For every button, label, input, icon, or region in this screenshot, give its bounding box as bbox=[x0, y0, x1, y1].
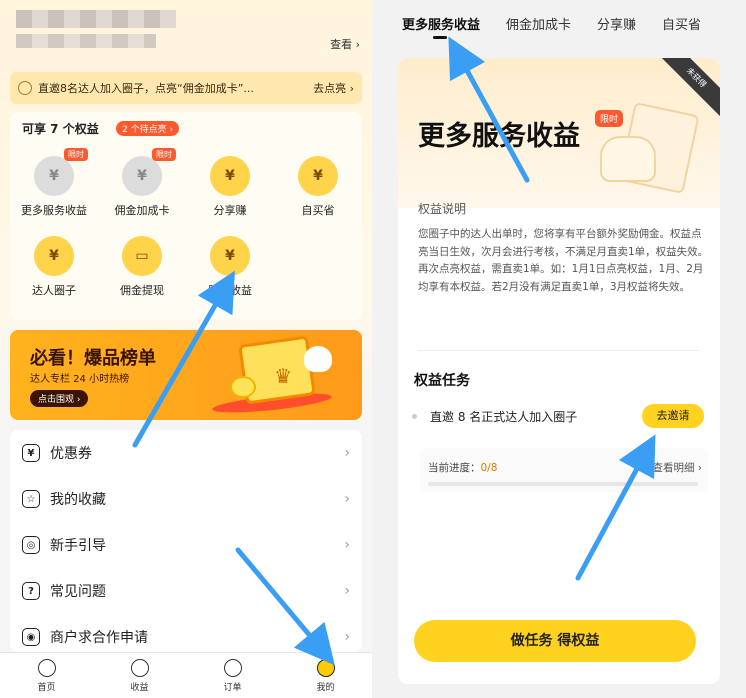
invite-promo-text: 直邀8名达人加入圈子，点亮“佣金加成卡”... bbox=[38, 82, 254, 95]
tab-income[interactable]: 收益 bbox=[93, 653, 186, 698]
benefit-item[interactable]: ¥ 自买省 bbox=[274, 156, 362, 218]
invite-promo-bar[interactable]: 直邀8名达人加入圈子，点亮“佣金加成卡”... 去点亮 › bbox=[10, 72, 362, 104]
limited-time-badge: 限时 bbox=[152, 148, 176, 161]
view-link[interactable]: 查看 › bbox=[330, 36, 360, 52]
benefit-tab[interactable]: 自买省 bbox=[662, 14, 701, 33]
home-icon bbox=[37, 658, 56, 677]
question-icon: ? bbox=[22, 582, 40, 600]
blurred-username bbox=[16, 10, 176, 28]
menu-item[interactable]: ¥ 优惠券 › bbox=[10, 430, 362, 476]
profile-icon bbox=[316, 658, 335, 677]
progress-value: 0/8 bbox=[480, 462, 498, 474]
ghost-mascot-illustration bbox=[304, 346, 332, 372]
menu-item-label: 我的收藏 bbox=[50, 492, 106, 508]
task-bullet bbox=[412, 414, 417, 419]
chevron-right-icon: › bbox=[344, 583, 350, 599]
progress-track bbox=[428, 482, 698, 486]
benefit-title: 更多服务收益 bbox=[418, 121, 580, 152]
light-up-link[interactable]: 去点亮 › bbox=[313, 80, 354, 96]
description-text: 您圈子中的达人出单时，您将享有平台额外奖励佣金。权益点亮当日生效，次月会进行考核… bbox=[418, 228, 709, 293]
pending-badge[interactable]: 2 个待点亮 › bbox=[116, 121, 180, 136]
limited-time-badge: 限时 bbox=[595, 110, 624, 127]
screenshot-root: 查看 › 直邀8名达人加入圈子，点亮“佣金加成卡”... 去点亮 › 可享 7 … bbox=[0, 0, 746, 698]
handshake-icon: ◉ bbox=[22, 628, 40, 646]
banner-view-button[interactable]: 点击围观 › bbox=[30, 390, 89, 407]
medal-icon bbox=[18, 81, 32, 95]
tab-label: 首页 bbox=[37, 682, 56, 693]
menu-item-label: 商户求合作申请 bbox=[50, 630, 148, 646]
benefit-label: 服务收益 bbox=[208, 284, 252, 297]
benefit-label: 自买省 bbox=[301, 204, 335, 217]
benefit-label: 达人圈子 bbox=[32, 284, 76, 297]
benefit-label: 更多服务收益 bbox=[21, 204, 87, 217]
benefit-item[interactable]: ¥ 限时更多服务收益 bbox=[10, 148, 98, 218]
benefit-tab[interactable]: 更多服务收益 bbox=[402, 14, 480, 39]
menu-item-label: 新手引导 bbox=[50, 538, 106, 554]
benefits-card: 可享 7 个权益 2 个待点亮 › ¥ 限时 更多服务收益 ¥ 限时 佣金加成卡 ¥ 分享赚 ¥… bbox=[10, 112, 362, 320]
benefit-item[interactable]: ¥ 限时佣金加成卡 bbox=[98, 148, 186, 218]
banner-title: 必看！爆品榜单 bbox=[30, 348, 156, 369]
star-icon: ☆ bbox=[22, 490, 40, 508]
coupon-icon: ¥ bbox=[22, 444, 40, 462]
benefit-item[interactable]: ¥ 服务收益 bbox=[186, 236, 274, 298]
bottom-tab-bar: 首页 收益 订单 我的 bbox=[0, 652, 372, 698]
benefit-icon: ¥ bbox=[298, 156, 338, 196]
section-divider bbox=[418, 350, 700, 351]
benefit-icon: ¥ bbox=[34, 236, 74, 276]
go-invite-button[interactable]: 去邀请 bbox=[642, 404, 704, 428]
settings-menu-list: ¥ 优惠券 › ☆ 我的收藏 › ◎ 新手引导 ›? 常见问题 › ◉ 商户求合作申请 › bbox=[10, 430, 362, 652]
tab-home[interactable]: 首页 bbox=[0, 653, 93, 698]
benefit-icon: ¥ bbox=[210, 236, 250, 276]
benefit-icon: ¥ bbox=[210, 156, 250, 196]
tab-profile[interactable]: 我的 bbox=[279, 653, 372, 698]
income-icon bbox=[130, 658, 149, 677]
tab-label: 订单 bbox=[223, 682, 242, 693]
tasks-heading: 权益任务 bbox=[414, 373, 470, 389]
benefit-item[interactable]: ▭ 佣金提现 bbox=[98, 236, 186, 298]
limited-time-badge: 限时 bbox=[64, 148, 88, 161]
benefit-label: 佣金加成卡 bbox=[114, 204, 170, 217]
benefit-icon: ▭ bbox=[122, 236, 162, 276]
benefits-heading: 可享 7 个权益 bbox=[22, 122, 99, 136]
duck-mascot-illustration bbox=[230, 376, 256, 398]
benefit-tab[interactable]: 分享赚 bbox=[597, 14, 636, 33]
menu-item[interactable]: ◎ 新手引导 › bbox=[10, 522, 362, 568]
progress-label-text: 当前进度： bbox=[428, 462, 481, 474]
menu-item[interactable]: ? 常见问题 › bbox=[10, 568, 362, 614]
benefit-icon: ¥ bbox=[122, 156, 162, 196]
tab-order[interactable]: 订单 bbox=[186, 653, 279, 698]
menu-item[interactable]: ☆ 我的收藏 › bbox=[10, 476, 362, 522]
chevron-right-icon: › bbox=[344, 491, 350, 507]
task-text: 直邀 8 名正式达人加入圈子 bbox=[430, 410, 578, 424]
benefit-tab[interactable]: 佣金加成卡 bbox=[506, 14, 571, 33]
crown-icon: ♛ bbox=[274, 364, 292, 388]
do-task-get-benefit-button[interactable]: 做任务 得权益 bbox=[414, 620, 696, 662]
tab-label: 收益 bbox=[130, 682, 149, 693]
order-icon bbox=[223, 658, 242, 677]
left-panel-my-page: 查看 › 直邀8名达人加入圈子，点亮“佣金加成卡”... 去点亮 › 可享 7 … bbox=[0, 0, 372, 698]
progress-label: 当前进度：0/8 bbox=[428, 460, 497, 475]
benefit-icon: ¥ bbox=[34, 156, 74, 196]
benefit-label: 分享赚 bbox=[213, 204, 247, 217]
benefit-label: 佣金提现 bbox=[120, 284, 164, 297]
tab-label: 我的 bbox=[316, 682, 335, 693]
view-details-link[interactable]: 查看明细 › bbox=[652, 460, 702, 475]
blurred-user-info bbox=[16, 34, 156, 48]
benefit-tabs: 更多服务收益 佣金加成卡 分享赚 自买省 bbox=[376, 0, 746, 46]
banner-subtitle: 达人专栏 24 小时热榜 bbox=[30, 374, 130, 385]
compass-icon: ◎ bbox=[22, 536, 40, 554]
chevron-right-icon: › bbox=[344, 445, 350, 461]
progress-box: 当前进度：0/8 查看明细 › bbox=[420, 448, 708, 492]
menu-item-label: 优惠券 bbox=[50, 446, 92, 462]
menu-item-label: 常见问题 bbox=[50, 584, 106, 600]
right-panel-benefit-detail: 更多服务收益 佣金加成卡 分享赚 自买省 未获得 更多服务收益 限时 权益说明 您圈子… bbox=[376, 0, 746, 698]
hand-coin-illustration bbox=[600, 136, 656, 182]
chevron-right-icon: › bbox=[344, 537, 350, 553]
description-heading: 权益说明 bbox=[418, 202, 467, 216]
benefit-item[interactable]: ¥ 达人圈子 bbox=[10, 236, 98, 298]
benefit-detail-card: 未获得 更多服务收益 限时 权益说明 您圈子中的达人出单时，您将享有平台额外奖励… bbox=[398, 58, 720, 684]
chevron-right-icon: › bbox=[344, 629, 350, 645]
benefit-item[interactable]: ¥ 分享赚 bbox=[186, 156, 274, 218]
hot-list-banner[interactable]: 必看！爆品榜单 达人专栏 24 小时热榜 点击围观 › ♛ bbox=[10, 330, 362, 420]
